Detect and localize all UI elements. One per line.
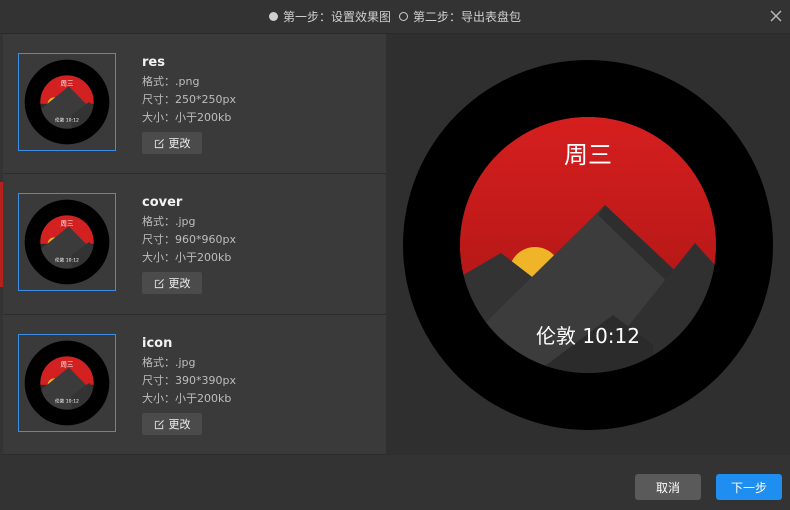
next-step-button[interactable]: 下一步 bbox=[716, 474, 782, 500]
step-1-label: 第一步：设置效果图 bbox=[282, 10, 391, 24]
thumb-weekday: 周三 bbox=[61, 219, 74, 227]
asset-thumbnail[interactable]: 周三 伦敦 10:12 bbox=[18, 334, 116, 432]
asset-format: 格式：.jpg bbox=[142, 356, 196, 369]
change-button[interactable]: 更改 bbox=[142, 132, 202, 154]
asset-info: res 格式：.png 尺寸：250*250px 大小：小于200kb 更改 bbox=[142, 54, 236, 154]
thumb-weekday: 周三 bbox=[61, 79, 74, 87]
step-2: 第二步：导出表盘包 bbox=[399, 8, 521, 25]
asset-thumbnail[interactable]: 周三 伦敦 10:12 bbox=[18, 193, 116, 291]
asset-name: icon bbox=[142, 336, 173, 351]
watch-face-thumbnail-icon: 周三 伦敦 10:12 bbox=[24, 340, 110, 426]
change-button-label: 更改 bbox=[168, 277, 191, 290]
asset-dimensions: 尺寸：250*250px bbox=[142, 93, 236, 106]
step-2-indicator-icon bbox=[399, 12, 408, 21]
asset-dimensions: 尺寸：390*390px bbox=[142, 374, 236, 387]
dialog-footer: 取消 下一步 bbox=[0, 455, 790, 510]
asset-format: 格式：.png bbox=[142, 75, 200, 88]
change-button[interactable]: 更改 bbox=[142, 272, 202, 294]
asset-info: cover 格式：.jpg 尺寸：960*960px 大小：小于200kb 更改 bbox=[142, 194, 236, 294]
asset-row-res: 周三 伦敦 10:12 res 格式：.png 尺寸：250*250px 大小：… bbox=[3, 34, 386, 174]
title-bar: 第一步：设置效果图 第二步：导出表盘包 bbox=[0, 0, 790, 34]
asset-list: 周三 伦敦 10:12 res 格式：.png 尺寸：250*250px 大小：… bbox=[3, 34, 386, 455]
asset-row-cover: 周三 伦敦 10:12 cover 格式：.jpg 尺寸：960*960px 大… bbox=[3, 174, 386, 315]
change-button-label: 更改 bbox=[168, 418, 191, 431]
asset-dimensions: 尺寸：960*960px bbox=[142, 233, 236, 246]
thumb-weekday: 周三 bbox=[61, 360, 74, 368]
asset-info: icon 格式：.jpg 尺寸：390*390px 大小：小于200kb 更改 bbox=[142, 335, 236, 435]
city-time-label: 伦敦 10:12 bbox=[536, 324, 640, 348]
step-2-label: 第二步：导出表盘包 bbox=[413, 10, 522, 24]
edit-icon bbox=[154, 419, 164, 429]
watch-face-thumbnail-icon: 周三 伦敦 10:12 bbox=[24, 59, 110, 145]
asset-size-limit: 大小：小于200kb bbox=[142, 392, 232, 405]
asset-name: cover bbox=[142, 195, 183, 210]
asset-format: 格式：.jpg bbox=[142, 215, 196, 228]
step-1-indicator-icon bbox=[268, 12, 278, 21]
cancel-button[interactable]: 取消 bbox=[635, 474, 701, 500]
dialog: 第一步：设置效果图 第二步：导出表盘包 周三 伦敦 10:12 res 格式：.… bbox=[0, 0, 790, 510]
asset-row-icon: 周三 伦敦 10:12 icon 格式：.jpg 尺寸：390*390px 大小… bbox=[3, 315, 386, 455]
asset-size-limit: 大小：小于200kb bbox=[142, 251, 232, 264]
watch-face-preview-image: 周三 伦敦 10:12 bbox=[403, 59, 773, 430]
asset-name: res bbox=[142, 55, 165, 70]
watch-face-preview: 周三 伦敦 10:12 bbox=[386, 34, 790, 455]
change-button[interactable]: 更改 bbox=[142, 413, 202, 435]
change-button-label: 更改 bbox=[168, 137, 191, 150]
step-1: 第一步：设置效果图 bbox=[268, 8, 391, 25]
asset-size-limit: 大小：小于200kb bbox=[142, 111, 232, 124]
weekday-label: 周三 bbox=[564, 141, 612, 169]
asset-thumbnail[interactable]: 周三 伦敦 10:12 bbox=[18, 53, 116, 151]
edit-icon bbox=[154, 278, 164, 288]
edit-icon bbox=[154, 138, 164, 148]
watch-face-thumbnail-icon: 周三 伦敦 10:12 bbox=[24, 199, 110, 285]
close-icon[interactable] bbox=[768, 8, 784, 24]
